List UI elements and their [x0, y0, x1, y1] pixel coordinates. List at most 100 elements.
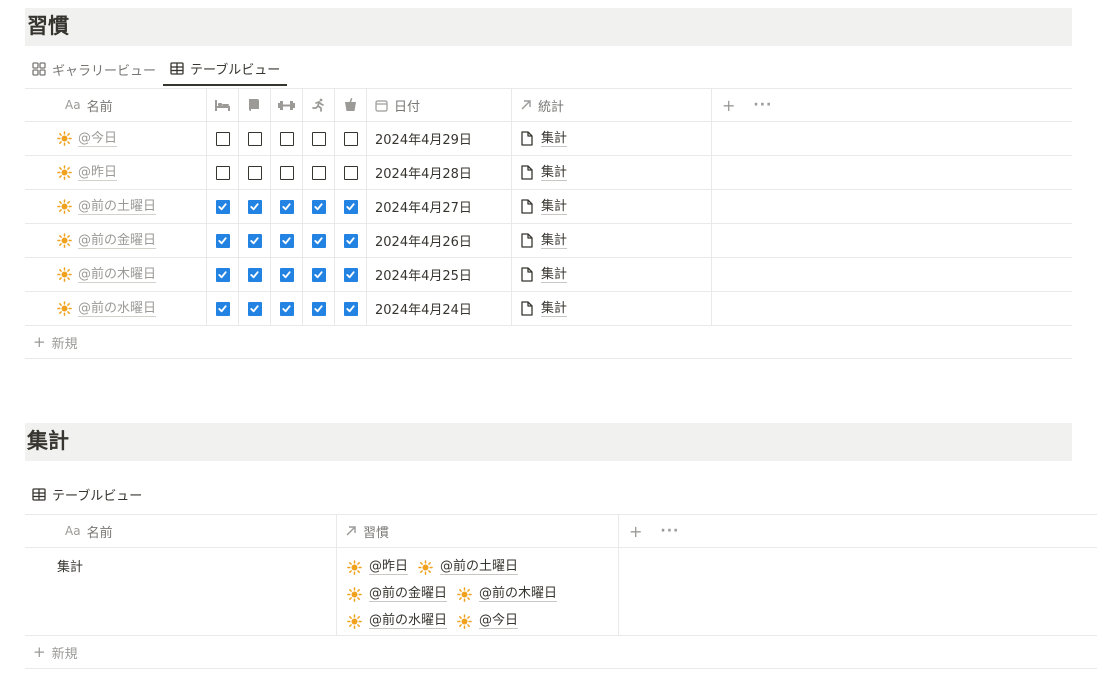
- checkbox-cell-running: [303, 258, 335, 291]
- tab-table-view-summary[interactable]: テーブルビュー: [25, 477, 149, 511]
- relation-item[interactable]: @前の土曜日: [418, 556, 519, 578]
- stats-cell[interactable]: 集計: [512, 258, 712, 291]
- column-header-name[interactable]: Aa 名前: [25, 89, 207, 121]
- name-cell[interactable]: @前の木曜日: [25, 258, 207, 291]
- date-cell[interactable]: 2024年4月25日: [367, 258, 512, 291]
- date-cell[interactable]: 2024年4月24日: [367, 292, 512, 325]
- name-cell[interactable]: @昨日: [25, 156, 207, 189]
- stats-cell[interactable]: 集計: [512, 122, 712, 155]
- unchecked-checkbox[interactable]: [311, 131, 326, 146]
- relation-item[interactable]: @前の水曜日: [347, 610, 448, 632]
- tab-table-label: テーブルビュー: [52, 488, 143, 504]
- relation-item[interactable]: @今日: [457, 610, 519, 632]
- more-options-icon[interactable]: ···: [753, 97, 772, 113]
- unchecked-checkbox[interactable]: [247, 131, 262, 146]
- relation-item[interactable]: @昨日: [347, 556, 409, 578]
- stats-cell[interactable]: 集計: [512, 224, 712, 257]
- checked-checkbox[interactable]: [215, 267, 230, 282]
- unchecked-checkbox[interactable]: [311, 165, 326, 180]
- stats-page-link[interactable]: 集計: [520, 131, 568, 147]
- tab-table-view[interactable]: テーブルビュー: [163, 52, 288, 86]
- summary-habits-cell[interactable]: @昨日 @前の土曜日 @前の金曜日 @前の木曜日 @前の水曜日 @今日: [337, 548, 619, 635]
- column-header-running[interactable]: [303, 89, 335, 121]
- date-cell[interactable]: 2024年4月26日: [367, 224, 512, 257]
- date-cell[interactable]: 2024年4月27日: [367, 190, 512, 223]
- checked-checkbox[interactable]: [311, 233, 326, 248]
- date-cell[interactable]: 2024年4月29日: [367, 122, 512, 155]
- more-options-icon[interactable]: ···: [660, 523, 679, 539]
- row-name[interactable]: @今日: [78, 131, 118, 147]
- checked-checkbox[interactable]: [215, 199, 230, 214]
- checked-checkbox[interactable]: [279, 267, 294, 282]
- checked-checkbox[interactable]: [279, 199, 294, 214]
- column-header-book[interactable]: [239, 89, 271, 121]
- unchecked-checkbox[interactable]: [343, 131, 358, 146]
- column-header-dumbbell[interactable]: [271, 89, 303, 121]
- stats-cell[interactable]: 集計: [512, 292, 712, 325]
- checked-checkbox[interactable]: [247, 233, 262, 248]
- checked-checkbox[interactable]: [279, 301, 294, 316]
- stats-cell[interactable]: 集計: [512, 190, 712, 223]
- unchecked-checkbox[interactable]: [247, 165, 262, 180]
- checked-checkbox[interactable]: [311, 301, 326, 316]
- add-column-plus-icon[interactable]: +: [629, 522, 642, 541]
- table-row[interactable]: @前の金曜日 2024年4月26日 集計: [25, 224, 1072, 258]
- checked-checkbox[interactable]: [279, 233, 294, 248]
- stats-page-link[interactable]: 集計: [520, 165, 568, 181]
- row-name[interactable]: @昨日: [78, 165, 118, 181]
- table-row[interactable]: @前の土曜日 2024年4月27日 集計: [25, 190, 1072, 224]
- table-row[interactable]: @前の木曜日 2024年4月25日 集計: [25, 258, 1072, 292]
- empty-cell: [619, 548, 1097, 635]
- table-row[interactable]: @昨日 2024年4月28日 集計: [25, 156, 1072, 190]
- checked-checkbox[interactable]: [343, 233, 358, 248]
- habits-new-row-button[interactable]: + 新規: [25, 326, 1072, 359]
- unchecked-checkbox[interactable]: [215, 131, 230, 146]
- row-name[interactable]: @前の木曜日: [78, 267, 157, 283]
- name-cell[interactable]: @前の水曜日: [25, 292, 207, 325]
- row-name[interactable]: @前の金曜日: [78, 233, 157, 249]
- name-cell[interactable]: @前の土曜日: [25, 190, 207, 223]
- checked-checkbox[interactable]: [311, 199, 326, 214]
- column-header-habits[interactable]: 習慣: [337, 515, 619, 547]
- add-column-plus-icon[interactable]: +: [722, 96, 735, 115]
- name-cell[interactable]: @今日: [25, 122, 207, 155]
- stats-page-link[interactable]: 集計: [520, 267, 568, 283]
- date-cell[interactable]: 2024年4月28日: [367, 156, 512, 189]
- summary-name-cell[interactable]: 集計: [25, 548, 337, 635]
- table-row[interactable]: @今日 2024年4月29日 集計: [25, 122, 1072, 156]
- unchecked-checkbox[interactable]: [279, 131, 294, 146]
- checked-checkbox[interactable]: [215, 233, 230, 248]
- summary-new-row-button[interactable]: + 新規: [25, 636, 1097, 669]
- relation-item[interactable]: @前の木曜日: [457, 583, 558, 605]
- checked-checkbox[interactable]: [247, 199, 262, 214]
- row-name[interactable]: @前の土曜日: [78, 199, 157, 215]
- column-header-bed[interactable]: [207, 89, 239, 121]
- relation-item[interactable]: @前の金曜日: [347, 583, 448, 605]
- checked-checkbox[interactable]: [247, 301, 262, 316]
- unchecked-checkbox[interactable]: [215, 165, 230, 180]
- checked-checkbox[interactable]: [343, 199, 358, 214]
- table-row[interactable]: @前の水曜日 2024年4月24日 集計: [25, 292, 1072, 326]
- page-icon: [520, 267, 533, 282]
- checked-checkbox[interactable]: [343, 301, 358, 316]
- stats-cell[interactable]: 集計: [512, 156, 712, 189]
- stats-page-link[interactable]: 集計: [520, 199, 568, 215]
- unchecked-checkbox[interactable]: [279, 165, 294, 180]
- row-name[interactable]: @前の水曜日: [78, 301, 157, 317]
- unchecked-checkbox[interactable]: [343, 165, 358, 180]
- checked-checkbox[interactable]: [311, 267, 326, 282]
- date-value: 2024年4月26日: [375, 235, 472, 250]
- checked-checkbox[interactable]: [343, 267, 358, 282]
- column-header-name[interactable]: Aa 名前: [25, 515, 337, 547]
- checked-checkbox[interactable]: [215, 301, 230, 316]
- checked-checkbox[interactable]: [247, 267, 262, 282]
- relation-label: @前の木曜日: [479, 586, 558, 602]
- tab-gallery-view[interactable]: ギャラリービュー: [25, 52, 163, 86]
- column-header-stats[interactable]: 統計: [512, 89, 712, 121]
- stats-page-link[interactable]: 集計: [520, 233, 568, 249]
- column-header-glass[interactable]: [335, 89, 367, 121]
- name-cell[interactable]: @前の金曜日: [25, 224, 207, 257]
- stats-page-link[interactable]: 集計: [520, 301, 568, 317]
- column-header-date[interactable]: 日付: [367, 89, 512, 121]
- table-row[interactable]: 集計 @昨日 @前の土曜日 @前の金曜日 @前の木曜日 @前の水曜日 @今日: [25, 548, 1097, 636]
